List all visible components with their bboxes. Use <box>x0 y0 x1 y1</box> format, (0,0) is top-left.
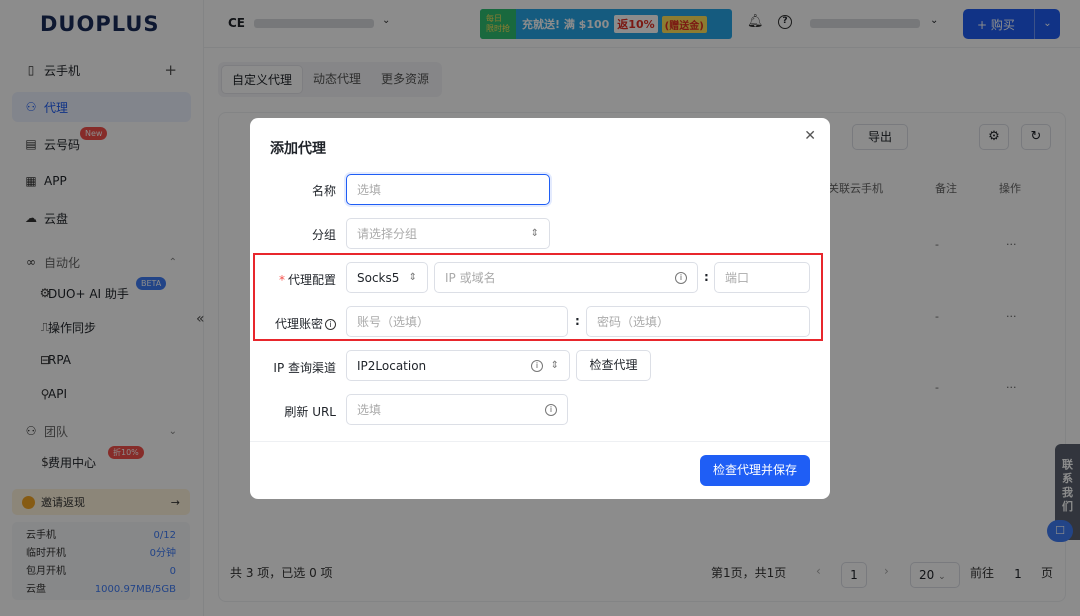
check-proxy-button[interactable]: 检查代理 <box>576 350 651 381</box>
ip-channel-label: IP 查询渠道 <box>273 361 336 375</box>
group-select[interactable]: 请选择分组 ⇕ <box>346 218 550 249</box>
name-input[interactable]: 选填 <box>346 174 550 205</box>
group-label: 分组 <box>311 228 336 242</box>
highlight-box <box>253 253 823 341</box>
dialog-title: 添加代理 <box>270 141 326 157</box>
updown-icon: ⇕ <box>550 360 559 371</box>
updown-icon: ⇕ <box>530 228 539 239</box>
dialog-divider <box>250 441 830 442</box>
refresh-url-input[interactable]: 选填 i <box>346 394 568 425</box>
name-label: 名称 <box>311 184 336 198</box>
check-and-save-button[interactable]: 检查代理并保存 <box>700 455 810 486</box>
refresh-url-label: 刷新 URL <box>284 405 336 419</box>
close-icon[interactable]: ✕ <box>804 128 816 144</box>
ip-channel-select[interactable]: IP2Location i ⇕ <box>346 350 570 381</box>
info-icon[interactable]: i <box>545 404 557 416</box>
info-icon[interactable]: i <box>531 360 543 372</box>
